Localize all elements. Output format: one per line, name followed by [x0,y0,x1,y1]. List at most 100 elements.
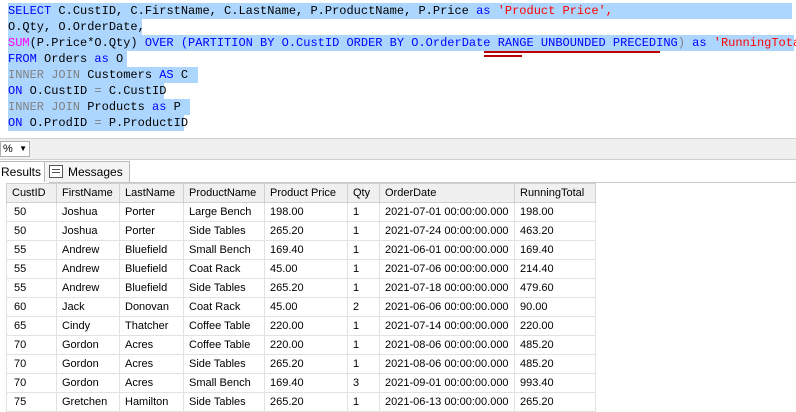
grid-cell[interactable]: Small Bench [183,240,265,260]
table-row[interactable]: 50 Joshua Porter Large Bench 198.00 1 2021-07-… [6,202,596,222]
grid-cell[interactable]: Jack [56,297,120,317]
grid-cell[interactable]: 220.00 [514,316,596,336]
grid-cell[interactable]: 169.40 [264,373,348,393]
grid-cell[interactable]: Large Bench [183,202,265,222]
grid-cell[interactable]: 2021-07-14 00:00:00.000 [379,316,515,336]
code-line-3[interactable]: SUM(P.Price*O.Qty) OVER (PARTITION BY O.… [8,35,796,51]
grid-cell[interactable]: 90.00 [514,297,596,317]
results-grid[interactable]: CustID FirstName LastName ProductName Pr… [6,183,596,412]
grid-cell[interactable]: Thatcher [119,316,184,336]
chevron-down-icon[interactable]: ▼ [19,142,27,156]
grid-cell[interactable]: 265.20 [264,392,348,412]
grid-cell[interactable]: 2021-06-01 00:00:00.000 [379,240,515,260]
grid-cell[interactable]: Bluefield [119,278,184,298]
tab-results[interactable]: Results [0,161,50,183]
grid-cell[interactable]: 50 [6,221,57,241]
grid-cell[interactable]: Andrew [56,259,120,279]
grid-cell[interactable]: 1 [347,221,380,241]
grid-cell[interactable]: 75 [6,392,57,412]
grid-cell[interactable]: Acres [119,373,184,393]
grid-cell[interactable]: 265.20 [264,221,348,241]
grid-cell[interactable]: 2021-07-18 00:00:00.000 [379,278,515,298]
grid-cell[interactable]: 265.20 [514,392,596,412]
grid-cell[interactable]: 1 [347,259,380,279]
grid-cell[interactable]: Coffee Table [183,335,265,355]
grid-cell[interactable]: 2021-06-13 00:00:00.000 [379,392,515,412]
grid-cell[interactable]: 485.20 [514,335,596,355]
grid-cell[interactable]: 265.20 [264,278,348,298]
grid-cell[interactable]: 2 [347,297,380,317]
grid-cell[interactable]: 55 [6,278,57,298]
grid-cell[interactable]: Coat Rack [183,259,265,279]
grid-cell[interactable]: 1 [347,240,380,260]
grid-cell[interactable]: 60 [6,297,57,317]
grid-cell[interactable]: Joshua [56,221,120,241]
code-line-8[interactable]: ON O.ProdID = P.ProductID [8,115,188,131]
grid-cell[interactable]: 220.00 [264,335,348,355]
grid-cell[interactable]: Coffee Table [183,316,265,336]
table-row[interactable]: 55 Andrew Bluefield Coat Rack 45.00 1 2021-07-… [6,259,596,279]
column-header[interactable]: RunningTotal [514,183,596,203]
grid-cell[interactable]: 485.20 [514,354,596,374]
grid-cell[interactable]: 2021-07-24 00:00:00.000 [379,221,515,241]
grid-cell[interactable]: 70 [6,354,57,374]
code-line-4[interactable]: FROM Orders as O [8,51,127,67]
code-line-7[interactable]: INNER JOIN Products as P [8,99,190,115]
grid-cell[interactable]: Gretchen [56,392,120,412]
column-header[interactable]: Product Price [264,183,348,203]
grid-cell[interactable]: 70 [6,335,57,355]
column-header[interactable]: Qty [347,183,380,203]
column-header[interactable]: ProductName [183,183,265,203]
table-row[interactable]: 70 Gordon Acres Small Bench 169.40 3 2021-09-0… [6,373,596,393]
grid-cell[interactable]: 2021-09-01 00:00:00.000 [379,373,515,393]
table-row[interactable]: 75 Gretchen Hamilton Side Tables 265.20 1 2021… [6,392,596,412]
grid-cell[interactable]: 463.20 [514,221,596,241]
table-row[interactable]: 70 Gordon Acres Coffee Table 220.00 1 2021-08-… [6,335,596,355]
grid-cell[interactable]: Acres [119,354,184,374]
grid-cell[interactable]: Side Tables [183,392,265,412]
grid-cell[interactable]: Cindy [56,316,120,336]
code-line-2[interactable]: O.Qty, O.OrderDate, [8,19,145,35]
grid-cell[interactable]: 2021-07-06 00:00:00.000 [379,259,515,279]
grid-cell[interactable]: 993.40 [514,373,596,393]
grid-cell[interactable]: 2021-07-01 00:00:00.000 [379,202,515,222]
grid-cell[interactable]: Coat Rack [183,297,265,317]
grid-cell[interactable]: Andrew [56,240,120,260]
grid-cell[interactable]: Acres [119,335,184,355]
grid-cell[interactable]: 479.60 [514,278,596,298]
grid-cell[interactable]: Side Tables [183,354,265,374]
grid-cell[interactable]: 198.00 [514,202,596,222]
grid-cell[interactable]: Bluefield [119,259,184,279]
grid-cell[interactable]: Gordon [56,373,120,393]
grid-cell[interactable]: Side Tables [183,278,265,298]
code-line-1[interactable]: SELECT C.CustID, C.FirstName, C.LastName… [8,3,792,19]
grid-cell[interactable]: 2021-06-06 00:00:00.000 [379,297,515,317]
code-line-6[interactable]: ON O.CustID = C.CustID [8,83,166,99]
grid-cell[interactable]: 55 [6,259,57,279]
grid-cell[interactable]: Side Tables [183,221,265,241]
column-header[interactable]: LastName [119,183,184,203]
column-header[interactable]: FirstName [56,183,120,203]
grid-cell[interactable]: 1 [347,392,380,412]
grid-cell[interactable]: 1 [347,335,380,355]
grid-cell[interactable]: 50 [6,202,57,222]
grid-cell[interactable]: 1 [347,316,380,336]
grid-cell[interactable]: 2021-08-06 00:00:00.000 [379,335,515,355]
tab-messages[interactable]: Messages [44,161,130,182]
grid-cell[interactable]: Small Bench [183,373,265,393]
grid-cell[interactable]: 55 [6,240,57,260]
grid-cell[interactable]: 1 [347,354,380,374]
column-header[interactable]: OrderDate [379,183,515,203]
grid-cell[interactable]: Joshua [56,202,120,222]
grid-cell[interactable]: 70 [6,373,57,393]
zoom-dropdown[interactable]: % ▼ [0,141,30,157]
grid-cell[interactable]: Hamilton [119,392,184,412]
table-row[interactable]: 60 Jack Donovan Coat Rack 45.00 2 2021-06-06 0… [6,297,596,317]
table-row[interactable]: 50 Joshua Porter Side Tables 265.20 1 2021-07-… [6,221,596,241]
grid-cell[interactable]: 1 [347,202,380,222]
grid-cell[interactable]: Andrew [56,278,120,298]
grid-cell[interactable]: Porter [119,202,184,222]
grid-cell[interactable]: Gordon [56,354,120,374]
grid-cell[interactable]: 3 [347,373,380,393]
grid-cell[interactable]: 214.40 [514,259,596,279]
